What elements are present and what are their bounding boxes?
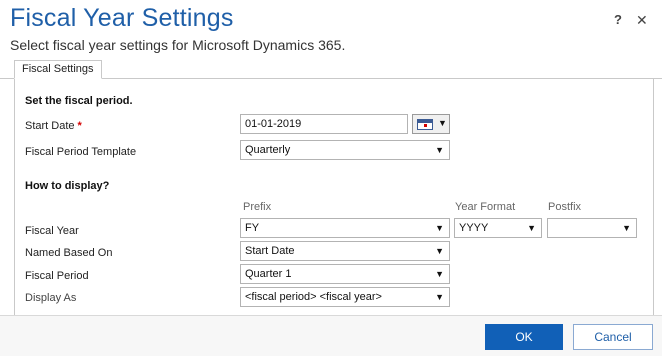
calendar-icon	[417, 119, 433, 130]
display-as-label: Display As	[25, 292, 77, 304]
column-header-prefix: Prefix	[243, 201, 272, 213]
start-date-label: Start Date *	[25, 120, 82, 132]
help-icon[interactable]: ?	[614, 12, 622, 27]
date-picker-button[interactable]: ▼	[412, 114, 450, 134]
chevron-down-icon: ▼	[435, 292, 444, 302]
cancel-button[interactable]: Cancel	[573, 324, 653, 350]
postfix-select[interactable]: ▼	[547, 218, 637, 238]
fiscal-year-prefix-value: FY	[245, 222, 260, 234]
named-based-on-label: Named Based On	[25, 247, 113, 259]
dialog-subtitle: Select fiscal year settings for Microsof…	[10, 37, 346, 53]
display-as-select[interactable]: <fiscal period> <fiscal year> ▼	[240, 287, 450, 307]
section-heading-fiscal-period: Set the fiscal period.	[25, 95, 133, 107]
fiscal-period-value: Quarter 1	[245, 268, 292, 280]
chevron-down-icon: ▼	[435, 223, 444, 233]
section-heading-display: How to display?	[25, 180, 110, 192]
chevron-down-icon: ▼	[435, 145, 444, 155]
dialog-title: Fiscal Year Settings	[10, 4, 234, 32]
named-based-on-select[interactable]: Start Date ▼	[240, 241, 450, 261]
fiscal-year-label: Fiscal Year	[25, 225, 79, 237]
display-as-value: <fiscal period> <fiscal year>	[245, 291, 382, 303]
required-mark: *	[77, 120, 82, 132]
close-icon[interactable]: ✕	[636, 12, 648, 29]
fiscal-period-template-select[interactable]: Quarterly ▼	[240, 140, 450, 160]
tab-fiscal-settings[interactable]: Fiscal Settings	[14, 60, 102, 79]
year-format-select[interactable]: YYYY ▼	[454, 218, 542, 238]
year-format-value: YYYY	[459, 222, 489, 234]
fiscal-period-template-value: Quarterly	[245, 144, 291, 156]
fiscal-period-template-label: Fiscal Period Template	[25, 146, 137, 158]
ok-button[interactable]: OK	[485, 324, 563, 350]
chevron-down-icon: ▼	[435, 246, 444, 256]
column-header-postfix: Postfix	[548, 201, 582, 213]
named-based-on-value: Start Date	[245, 245, 295, 257]
fiscal-period-label: Fiscal Period	[25, 270, 89, 282]
start-date-value: 01-01-2019	[245, 118, 302, 130]
chevron-down-icon: ▼	[438, 118, 447, 128]
chevron-down-icon: ▼	[435, 269, 444, 279]
start-date-input[interactable]: 01-01-2019	[240, 114, 408, 134]
start-date-label-text: Start Date	[25, 120, 75, 132]
chevron-down-icon: ▼	[527, 223, 536, 233]
fiscal-period-select[interactable]: Quarter 1 ▼	[240, 264, 450, 284]
chevron-down-icon: ▼	[622, 223, 631, 233]
column-header-year-format: Year Format	[455, 201, 516, 213]
fiscal-year-prefix-select[interactable]: FY ▼	[240, 218, 450, 238]
